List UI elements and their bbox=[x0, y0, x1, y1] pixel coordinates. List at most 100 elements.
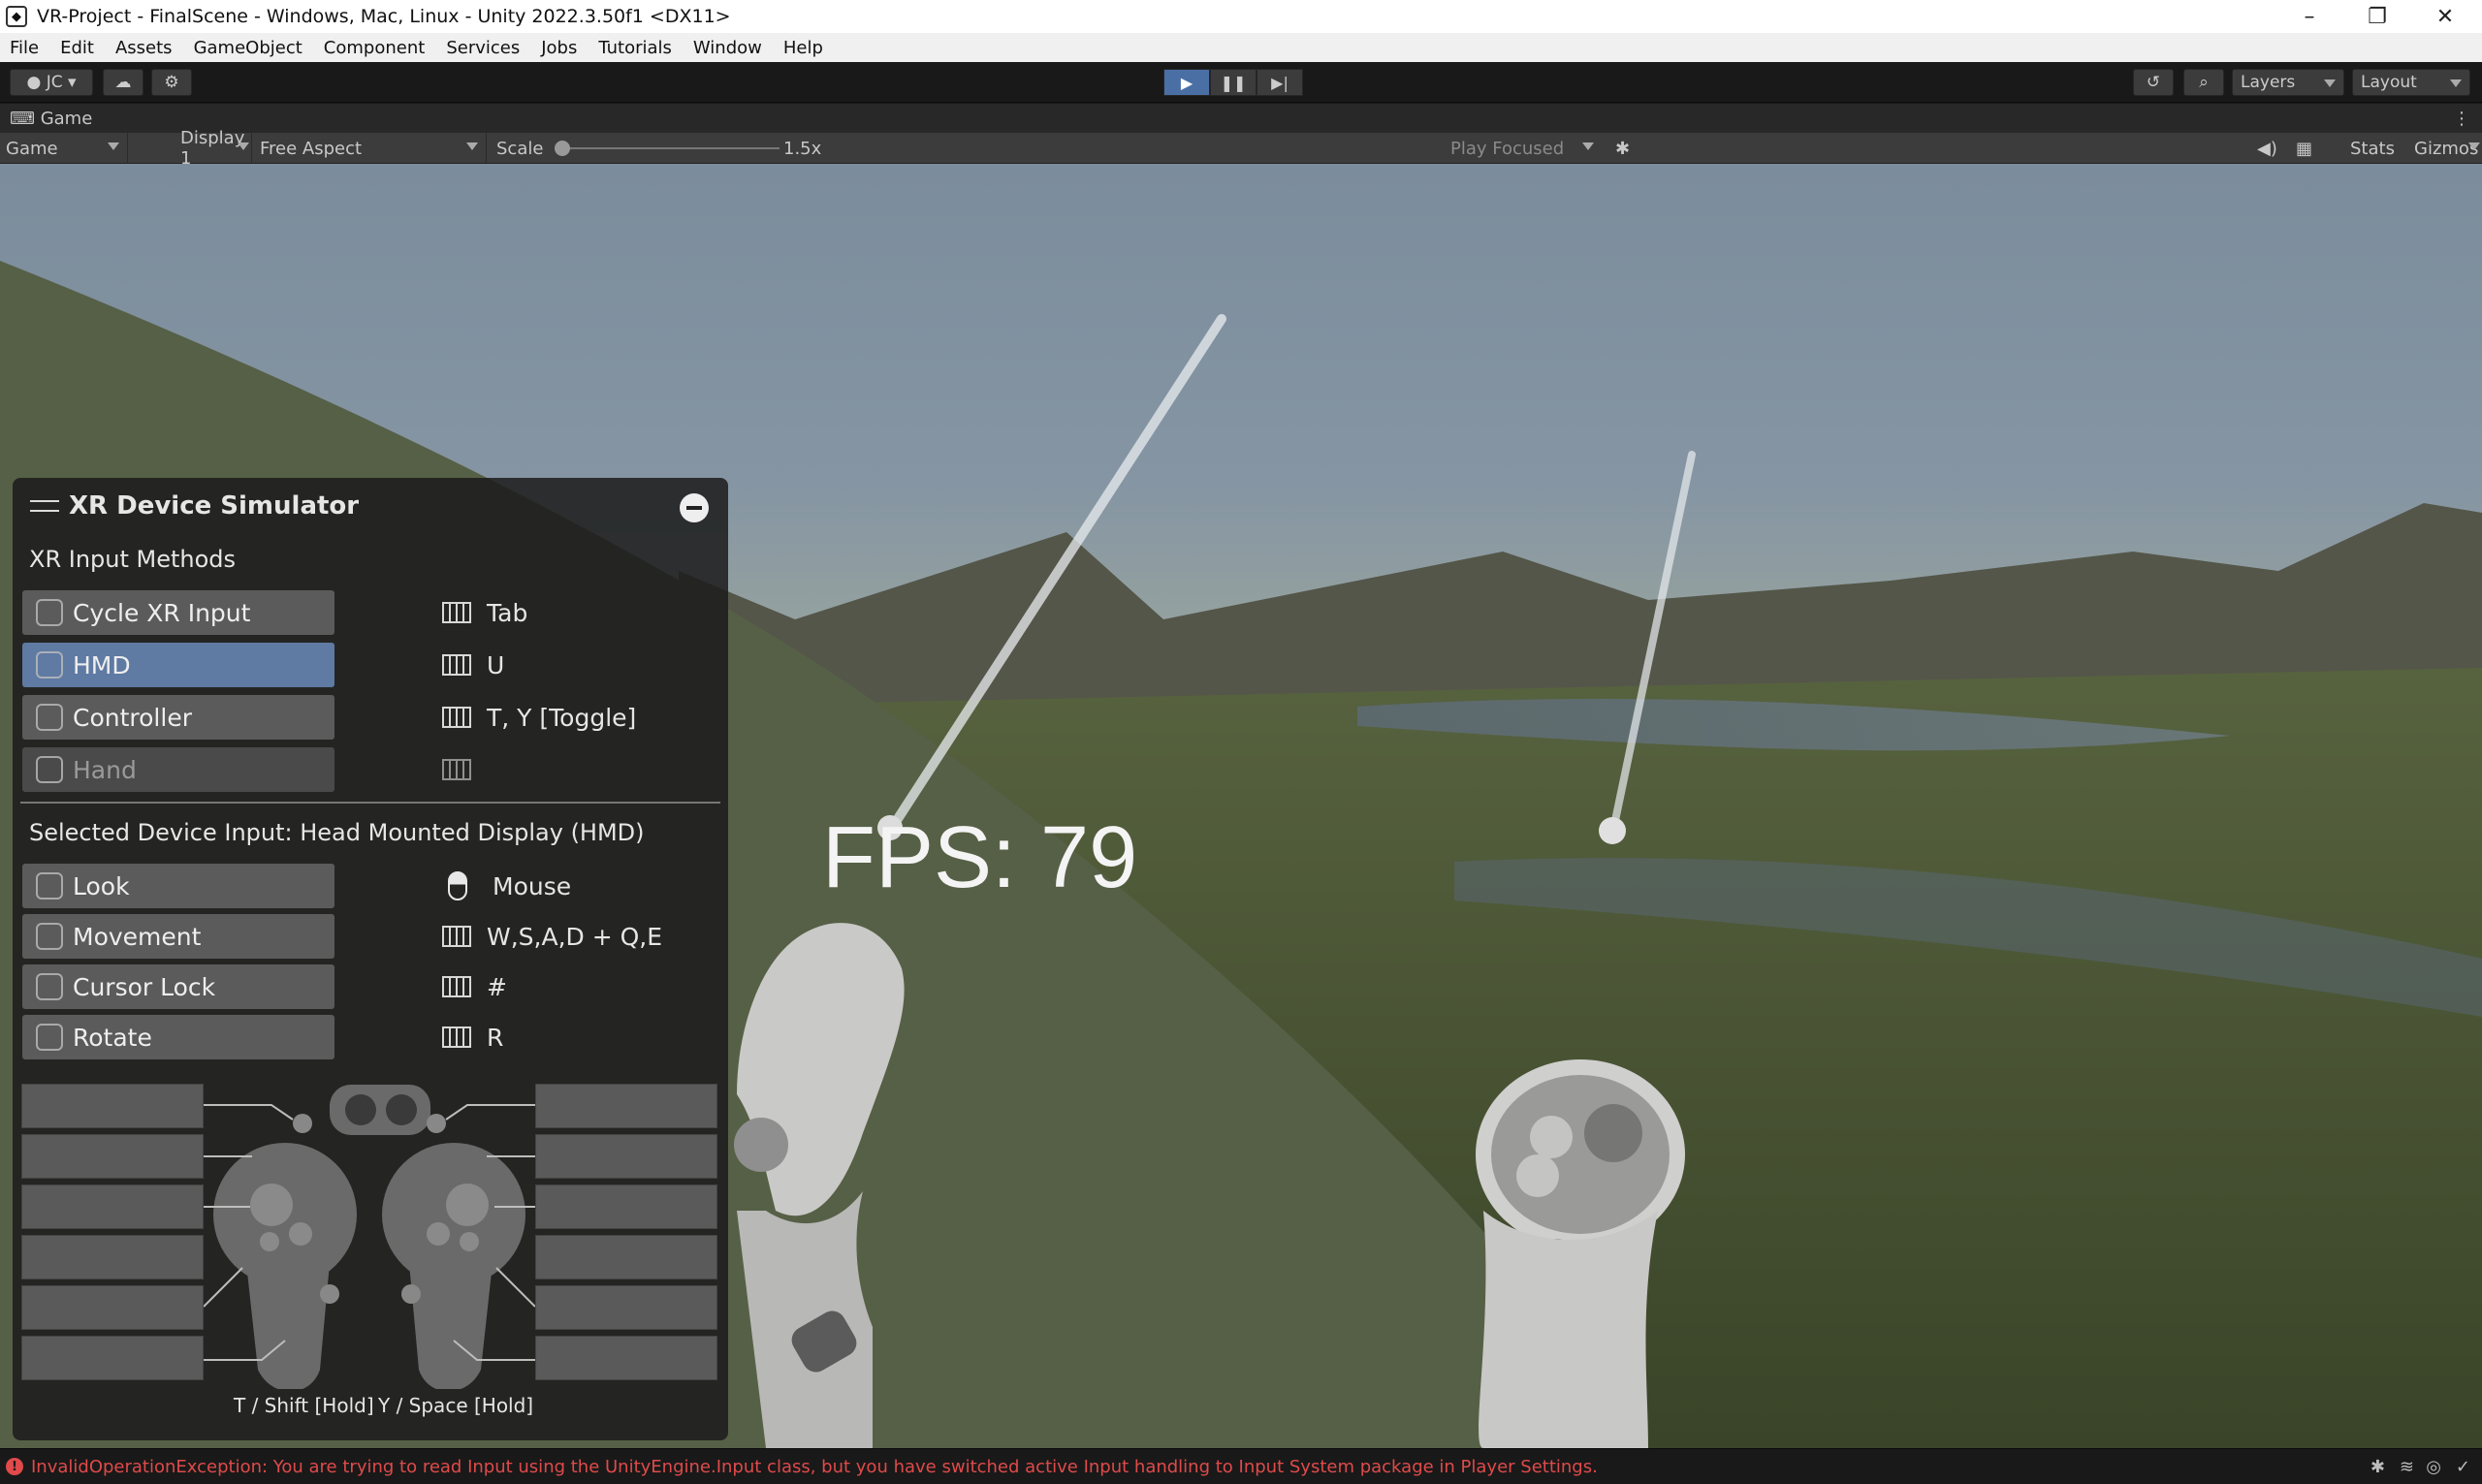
cursor-lock-key-label: # bbox=[487, 972, 507, 1001]
error-message: InvalidOperationException: You are tryin… bbox=[31, 1456, 1598, 1477]
simulator-title: XR Device Simulator bbox=[69, 491, 360, 521]
menu-jobs[interactable]: Jobs bbox=[541, 38, 577, 58]
rotate-button[interactable]: Rotate bbox=[22, 1015, 334, 1059]
left-slot[interactable] bbox=[21, 1336, 204, 1380]
look-key-label: Mouse bbox=[493, 871, 572, 900]
bug-icon[interactable]: ✱ bbox=[1609, 133, 1642, 164]
keyboard-icon bbox=[442, 654, 471, 676]
play-controls: ▶ ❚❚ ▶| bbox=[1163, 69, 1303, 96]
more-options-icon[interactable]: ⋮ bbox=[2453, 109, 2470, 129]
grid-icon[interactable]: ▦ bbox=[2290, 133, 2319, 164]
cycle-xr-input-key: Tab bbox=[442, 590, 527, 635]
menu-services[interactable]: Services bbox=[446, 38, 520, 58]
cursor-lock-button[interactable]: Cursor Lock bbox=[22, 964, 334, 1009]
hmd-key-label: U bbox=[487, 650, 505, 679]
hand-icon bbox=[36, 756, 63, 783]
cursor-icon bbox=[36, 973, 63, 1000]
scale-label: Scale bbox=[496, 138, 544, 159]
close-icon[interactable]: ✕ bbox=[2412, 0, 2478, 33]
aspect-dropdown[interactable]: Free Aspect bbox=[254, 133, 487, 164]
play-mode-label: Play Focused bbox=[1450, 138, 1565, 159]
hmd-label: HMD bbox=[73, 650, 131, 679]
controller-button[interactable]: Controller bbox=[22, 695, 334, 740]
gamepad-icon: ⌨ bbox=[10, 108, 41, 129]
look-button[interactable]: Look bbox=[22, 864, 334, 908]
layout-dropdown[interactable]: Layout bbox=[2352, 69, 2470, 96]
layers-dropdown[interactable]: Layers bbox=[2232, 69, 2344, 96]
right-slot[interactable] bbox=[535, 1084, 717, 1128]
hmd-key: U bbox=[442, 643, 504, 687]
menu-file[interactable]: File bbox=[10, 38, 39, 58]
search-icon[interactable]: ⌕ bbox=[2183, 69, 2224, 96]
controller-key: T, Y [Toggle] bbox=[442, 695, 636, 740]
minimize-icon[interactable]: – bbox=[2276, 0, 2342, 33]
movement-label: Movement bbox=[73, 922, 202, 951]
simulator-header[interactable]: XR Device Simulator bbox=[30, 491, 359, 521]
network-icon[interactable]: ◎ bbox=[2426, 1457, 2441, 1477]
restore-icon[interactable]: ❐ bbox=[2344, 0, 2410, 33]
history-icon[interactable]: ↺ bbox=[2133, 69, 2174, 96]
left-slot[interactable] bbox=[21, 1134, 204, 1179]
layers-status-icon[interactable]: ≋ bbox=[2400, 1457, 2414, 1477]
menu-gameobject[interactable]: GameObject bbox=[194, 38, 302, 58]
display-dropdown[interactable]: Display 1 bbox=[175, 128, 252, 169]
right-slot[interactable] bbox=[535, 1184, 717, 1229]
menu-window[interactable]: Window bbox=[693, 38, 762, 58]
mouse-icon bbox=[448, 871, 467, 900]
right-slot[interactable] bbox=[535, 1336, 717, 1380]
movement-button[interactable]: Movement bbox=[22, 914, 334, 959]
unity-logo-icon: ◆ bbox=[6, 6, 27, 27]
account-dropdown[interactable]: ● JC ▾ bbox=[10, 69, 93, 96]
pause-button[interactable]: ❚❚ bbox=[1210, 69, 1257, 96]
scale-control: Scale 1.5x bbox=[491, 133, 822, 164]
cycle-icon bbox=[36, 599, 63, 626]
scale-slider-track[interactable] bbox=[560, 147, 780, 149]
controllers-icon bbox=[204, 1085, 535, 1389]
main-toolbar: ● JC ▾ ☁ ⚙ ▶ ❚❚ ▶| ↺ ⌕ Layers Layout bbox=[0, 62, 2482, 103]
stats-button[interactable]: Stats bbox=[2344, 133, 2402, 164]
scale-value: 1.5x bbox=[783, 138, 822, 159]
game-view-toolbar: Game Display 1 Free Aspect Scale 1.5x Pl… bbox=[0, 128, 2482, 169]
move-icon bbox=[36, 923, 63, 950]
controller-icon bbox=[36, 704, 63, 731]
gizmos-dropdown[interactable]: Gizmos bbox=[2408, 133, 2482, 164]
right-slot[interactable] bbox=[535, 1285, 717, 1330]
right-slot[interactable] bbox=[535, 1134, 717, 1179]
hmd-button[interactable]: HMD bbox=[22, 643, 334, 687]
drag-handle-icon[interactable] bbox=[30, 500, 59, 512]
menu-component[interactable]: Component bbox=[324, 38, 426, 58]
cloud-icon[interactable]: ☁ bbox=[103, 69, 143, 96]
collapse-icon[interactable] bbox=[680, 493, 709, 522]
menu-tutorials[interactable]: Tutorials bbox=[598, 38, 672, 58]
menu-edit[interactable]: Edit bbox=[60, 38, 94, 58]
menu-help[interactable]: Help bbox=[783, 38, 823, 58]
left-slot[interactable] bbox=[21, 1084, 204, 1128]
step-button[interactable]: ▶| bbox=[1257, 69, 1303, 96]
left-slot[interactable] bbox=[21, 1184, 204, 1229]
keyboard-icon bbox=[442, 759, 471, 780]
account-label: JC bbox=[46, 73, 63, 92]
cycle-xr-input-button[interactable]: Cycle XR Input bbox=[22, 590, 334, 635]
left-slot[interactable] bbox=[21, 1235, 204, 1279]
rotate-label: Rotate bbox=[73, 1023, 152, 1052]
aspect-label: Free Aspect bbox=[260, 138, 363, 159]
layout-label: Layout bbox=[2361, 73, 2417, 92]
check-icon[interactable]: ✓ bbox=[2456, 1457, 2470, 1477]
look-key: Mouse bbox=[442, 864, 571, 908]
keyboard-icon bbox=[442, 926, 471, 947]
play-button[interactable]: ▶ bbox=[1163, 69, 1210, 96]
left-slot[interactable] bbox=[21, 1285, 204, 1330]
controller-label: Controller bbox=[73, 703, 192, 732]
right-slot[interactable] bbox=[535, 1235, 717, 1279]
play-mode-dropdown[interactable]: Play Focused bbox=[1445, 133, 1602, 164]
audio-icon[interactable]: ◀) bbox=[2251, 133, 2280, 164]
debug-icon[interactable]: ✱ bbox=[2371, 1457, 2385, 1477]
scale-slider-handle[interactable] bbox=[555, 141, 570, 156]
view-dropdown[interactable]: Game bbox=[0, 133, 128, 164]
hand-button[interactable]: Hand bbox=[22, 747, 334, 792]
console-status-bar[interactable]: ! InvalidOperationException: You are try… bbox=[0, 1448, 2482, 1484]
collab-icon[interactable]: ⚙ bbox=[151, 69, 192, 96]
layers-label: Layers bbox=[2241, 73, 2296, 92]
menu-assets[interactable]: Assets bbox=[115, 38, 173, 58]
game-tab[interactable]: ⌨ Game ⋮ bbox=[0, 104, 2482, 133]
